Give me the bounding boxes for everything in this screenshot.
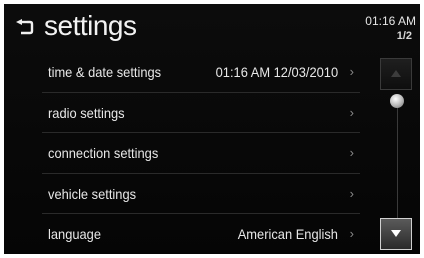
list-item-label: language <box>48 226 102 242</box>
list-item-language[interactable]: language American English › <box>42 214 360 254</box>
settings-list: time & date settings 01:16 AM 12/03/2010… <box>42 52 360 254</box>
list-item-label: time & date settings <box>48 64 162 80</box>
chevron-right-icon: › <box>349 226 354 241</box>
settings-screen: settings 01:16 AM 1/2 time & date settin… <box>4 4 420 254</box>
back-arrow-icon[interactable] <box>14 19 34 35</box>
scroll-thumb[interactable] <box>390 94 404 108</box>
list-item-value: American English <box>237 226 338 242</box>
triangle-up-icon <box>391 70 401 77</box>
list-item-time-date-settings[interactable]: time & date settings 01:16 AM 12/03/2010… <box>42 52 360 93</box>
chevron-right-icon: › <box>349 185 354 201</box>
chevron-right-icon: › <box>349 64 354 79</box>
scroll-track[interactable] <box>397 100 398 220</box>
list-item-connection-settings[interactable]: connection settings › <box>42 133 360 174</box>
scroll-up-button[interactable] <box>380 58 412 90</box>
page-indicator: 1/2 <box>396 30 412 42</box>
list-item-value: 01:16 AM 12/03/2010 <box>215 64 338 80</box>
clock: 01:16 AM <box>365 14 416 28</box>
triangle-down-icon <box>391 230 401 237</box>
list-item-label: connection settings <box>48 145 159 161</box>
list-item-vehicle-settings[interactable]: vehicle settings › <box>42 174 360 214</box>
list-item-radio-settings[interactable]: radio settings › <box>42 93 360 133</box>
chevron-right-icon: › <box>349 145 354 160</box>
page-title: settings <box>44 10 137 41</box>
scroll-down-button[interactable] <box>380 218 412 250</box>
list-item-label: vehicle settings <box>48 185 137 202</box>
chevron-right-icon: › <box>349 104 354 120</box>
list-item-label: radio settings <box>48 104 125 121</box>
